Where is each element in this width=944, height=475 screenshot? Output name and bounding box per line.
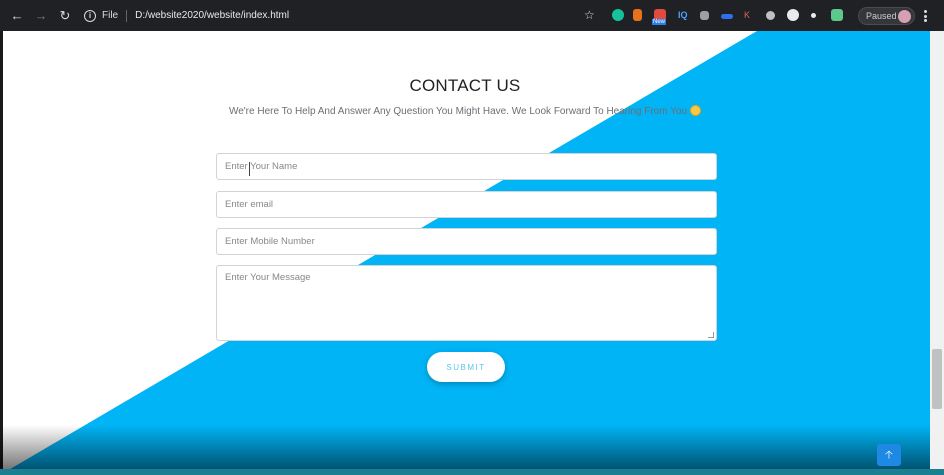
page-scrollbar[interactable] bbox=[930, 31, 944, 475]
submit-button[interactable]: SUBMIT bbox=[427, 352, 505, 382]
address-separator bbox=[126, 9, 128, 22]
text-cursor bbox=[249, 162, 250, 176]
message-placeholder: Enter Your Message bbox=[225, 272, 311, 283]
k-icon[interactable]: K bbox=[744, 10, 750, 20]
subtitle-text: We're Here To Help And Answer Any Questi… bbox=[228, 106, 688, 117]
reload-icon[interactable]: ↻ bbox=[58, 9, 72, 23]
scroll-to-top-button[interactable]: 🡡 bbox=[877, 444, 901, 466]
name-placeholder: Enter Your Name bbox=[225, 161, 298, 172]
menu-icon[interactable] bbox=[924, 10, 928, 22]
name-input[interactable]: Enter Your Name bbox=[216, 153, 717, 180]
bookmark-star-icon[interactable]: ☆ bbox=[584, 8, 595, 22]
tag-icon[interactable] bbox=[700, 11, 709, 20]
forward-icon[interactable]: → bbox=[34, 9, 48, 23]
scrollbar-thumb[interactable] bbox=[932, 349, 942, 409]
address-bar[interactable]: i File D:/website2020/website/index.html bbox=[84, 5, 604, 27]
left-edge bbox=[0, 31, 3, 475]
dot-icon[interactable] bbox=[811, 13, 816, 18]
nav-buttons: ← → ↻ bbox=[0, 9, 84, 23]
mobile-input[interactable]: Enter Mobile Number bbox=[216, 228, 717, 255]
profile-status-label: Paused bbox=[866, 11, 897, 21]
arrow-up-icon: 🡡 bbox=[885, 448, 893, 461]
profile-status-button[interactable]: Paused bbox=[858, 7, 915, 25]
email-placeholder: Enter email bbox=[225, 199, 274, 210]
iq-icon[interactable]: IQ bbox=[678, 10, 688, 20]
message-textarea[interactable]: Enter Your Message bbox=[216, 265, 717, 341]
email-input[interactable]: Enter email bbox=[216, 191, 717, 218]
new-badge-label: New bbox=[652, 19, 667, 25]
gear-icon[interactable] bbox=[766, 11, 775, 20]
url-text: D:/website2020/website/index.html bbox=[135, 10, 290, 21]
grammarly-icon[interactable] bbox=[612, 9, 624, 21]
bottom-bar bbox=[0, 469, 944, 475]
notes-icon[interactable] bbox=[633, 9, 642, 21]
avatar bbox=[898, 10, 911, 23]
bottom-shadow bbox=[0, 425, 930, 470]
history-icon[interactable] bbox=[787, 9, 799, 21]
browser-toolbar: ← → ↻ i File D:/website2020/website/inde… bbox=[0, 0, 944, 31]
smile-emoji-icon bbox=[690, 105, 702, 116]
info-icon[interactable]: i bbox=[84, 9, 96, 22]
resize-handle[interactable] bbox=[708, 332, 714, 338]
back-icon[interactable]: ← bbox=[10, 9, 24, 23]
puzzle-icon[interactable] bbox=[831, 9, 843, 21]
page-title: CONTACT US bbox=[409, 76, 521, 95]
download-icon[interactable] bbox=[721, 14, 733, 19]
url-scheme: File bbox=[102, 10, 119, 21]
mobile-placeholder: Enter Mobile Number bbox=[225, 236, 315, 247]
page-subtitle: We're Here To Help And Answer Any Questi… bbox=[0, 105, 930, 117]
